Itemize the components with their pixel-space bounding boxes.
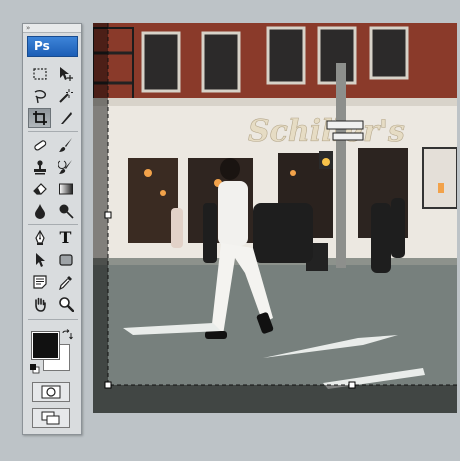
clone-stamp-tool-button[interactable] [28, 157, 51, 177]
move-tool-button[interactable] [54, 64, 77, 84]
hand-tool-icon [34, 297, 46, 312]
swap-colors-icon[interactable] [61, 329, 73, 341]
document-canvas[interactable]: Schiller's [93, 23, 457, 413]
dodge-tool-icon [59, 204, 74, 219]
healing-brush-tool-icon [33, 140, 46, 151]
separator [28, 131, 78, 132]
notes-tool-icon [32, 275, 47, 289]
blur-tool-icon [34, 204, 45, 219]
quick-mask-icon [41, 385, 61, 399]
pen-tool-button[interactable] [28, 228, 51, 248]
photoshop-logo[interactable]: Ps [27, 36, 78, 57]
tools-panel: » Ps T [22, 23, 82, 435]
dodge-tool-button[interactable] [54, 201, 77, 221]
store-sign: Schiller's [248, 114, 405, 149]
notes-tool-button[interactable] [28, 272, 51, 292]
separator [28, 224, 78, 225]
brush-tool-button[interactable] [54, 135, 77, 155]
rectangular-marquee-tool-icon [32, 68, 47, 80]
zoom-tool-button[interactable] [54, 294, 77, 314]
crop-handle-bottom-left[interactable] [104, 381, 112, 389]
lasso-tool-icon [34, 90, 46, 104]
clone-stamp-tool-icon [33, 160, 46, 175]
quick-mask-button[interactable] [32, 382, 70, 402]
pen-tool-icon [34, 230, 45, 245]
magic-wand-tool-button[interactable] [54, 86, 77, 106]
type-tool-icon: T [59, 228, 72, 247]
screen-mode-icon [41, 411, 60, 425]
foreground-color-swatch[interactable] [32, 332, 59, 359]
slice-tool-button[interactable] [54, 108, 77, 128]
history-brush-tool-icon [57, 160, 72, 174]
zoom-tool-icon [58, 297, 74, 312]
eyedropper-tool-icon [58, 276, 72, 290]
blur-tool-button[interactable] [28, 201, 51, 221]
eraser-tool-icon [32, 183, 47, 195]
screen-mode-button[interactable] [32, 408, 70, 428]
shape-tool-icon [58, 254, 73, 266]
hand-tool-button[interactable] [28, 294, 51, 314]
panel-grip[interactable]: » [23, 24, 81, 33]
crop-handle-left[interactable] [104, 211, 112, 219]
rectangular-marquee-tool-button[interactable] [28, 64, 51, 84]
healing-brush-tool-button[interactable] [28, 135, 51, 155]
crop-tool-icon [32, 111, 47, 125]
magic-wand-tool-icon [58, 89, 73, 103]
street-pole [336, 63, 346, 268]
type-tool-button[interactable]: T [54, 228, 77, 248]
move-tool-icon [59, 67, 73, 81]
path-selection-tool-icon [35, 253, 45, 267]
lasso-tool-button[interactable] [28, 86, 51, 106]
shape-tool-button[interactable] [54, 250, 77, 270]
crop-handle-bottom[interactable] [348, 381, 356, 389]
gradient-tool-button[interactable] [54, 179, 77, 199]
slice-tool-icon [60, 112, 72, 124]
history-brush-tool-button[interactable] [54, 157, 77, 177]
eyedropper-tool-button[interactable] [54, 272, 77, 292]
one-way-sign [326, 120, 364, 130]
gradient-tool-icon [58, 183, 73, 195]
default-colors-icon[interactable] [29, 363, 40, 374]
path-selection-tool-button[interactable] [28, 250, 51, 270]
separator [28, 319, 78, 320]
eraser-tool-button[interactable] [28, 179, 51, 199]
crop-shield-bottom [108, 385, 457, 413]
street-photo: Schiller's [93, 23, 457, 413]
brush-tool-icon [58, 138, 72, 152]
crop-tool-button[interactable] [28, 108, 51, 128]
